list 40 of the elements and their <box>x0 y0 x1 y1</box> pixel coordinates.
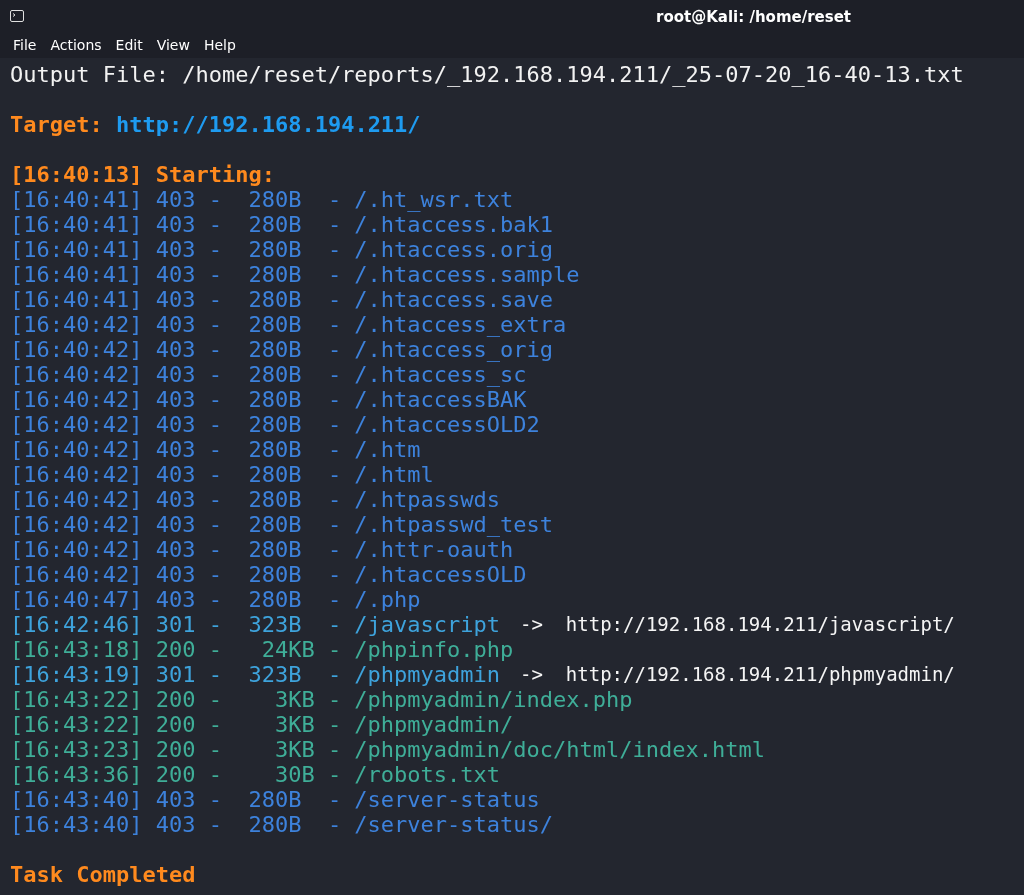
starting-line: [16:40:13] Starting: <box>10 162 275 187</box>
scan-result-line: [16:40:42] 403 - 280B - /.htaccessBAK <box>10 387 527 412</box>
menu-item[interactable]: Help <box>196 35 243 55</box>
scan-result-line: [16:40:42] 403 - 280B - /.htaccess_sc <box>10 362 527 387</box>
redirect-target: -> http://192.168.194.211/javascript/ <box>520 612 955 637</box>
scan-result-line: [16:40:42] 403 - 280B - /.htpasswds <box>10 487 501 512</box>
scan-result-line: [16:42:46] 301 - 323B - /javascript <box>10 612 501 637</box>
scan-result-line: [16:43:40] 403 - 280B - /server-status <box>10 787 540 812</box>
menu-item[interactable]: View <box>149 35 197 55</box>
scan-result-line: [16:40:42] 403 - 280B - /.htaccessOLD2 <box>10 412 540 437</box>
scan-result-line: [16:40:41] 403 - 280B - /.htaccess.orig <box>10 237 554 262</box>
scan-result-line: [16:43:40] 403 - 280B - /server-status/ <box>10 812 554 837</box>
menu-item[interactable]: Edit <box>108 35 150 55</box>
scan-result-line: [16:43:22] 200 - 3KB - /phpmyadmin/index.php <box>10 687 633 712</box>
menu-item[interactable]: File <box>6 35 44 55</box>
scan-result-line: [16:40:41] 403 - 280B - /.ht_wsr.txt <box>10 187 514 212</box>
redirect-target: -> http://192.168.194.211/phpmyadmin/ <box>520 662 955 687</box>
scan-result-line: [16:43:18] 200 - 24KB - /phpinfo.php <box>10 637 514 662</box>
scan-result-line: [16:40:42] 403 - 280B - /.htaccessOLD <box>10 562 527 587</box>
scan-result-line: [16:40:41] 403 - 280B - /.htaccess.bak1 <box>10 212 554 237</box>
scan-result-line: [16:43:19] 301 - 323B - /phpmyadmin <box>10 662 501 687</box>
scan-result-line: [16:40:42] 403 - 280B - /.htm <box>10 437 421 462</box>
scan-result-line: [16:40:42] 403 - 280B - /.htaccess_orig <box>10 337 554 362</box>
scan-result-line: [16:43:23] 200 - 3KB - /phpmyadmin/doc/html/index.html <box>10 737 765 762</box>
scan-result-line: [16:40:42] 403 - 280B - /.httr-oauth <box>10 537 514 562</box>
output-file-line: Output File: /home/reset/reports/_192.168.194.211/_25-07-20_16-40-13.txt <box>10 62 964 87</box>
terminal-icon <box>10 10 24 22</box>
scan-result-line: [16:40:42] 403 - 280B - /.htaccess_extra <box>10 312 567 337</box>
menu-item[interactable]: Actions <box>43 35 109 55</box>
target-url: http://192.168.194.211/ <box>115 112 421 137</box>
target-label: Target: <box>10 112 103 137</box>
window-title: root@Kali: /home/reset <box>656 8 851 26</box>
scan-result-line: [16:40:42] 403 - 280B - /.html <box>10 462 434 487</box>
scan-result-line: [16:40:42] 403 - 280B - /.htpasswd_test <box>10 512 554 537</box>
scan-result-line: [16:43:36] 200 - 30B - /robots.txt <box>10 762 501 787</box>
task-status-line: Task Completed <box>10 862 196 887</box>
scan-result-line: [16:40:47] 403 - 280B - /.php <box>10 587 421 612</box>
scan-result-line: [16:40:41] 403 - 280B - /.htaccess.save <box>10 287 554 312</box>
scan-result-line: [16:43:22] 200 - 3KB - /phpmyadmin/ <box>10 712 514 737</box>
scan-result-line: [16:40:41] 403 - 280B - /.htaccess.sample <box>10 262 580 287</box>
